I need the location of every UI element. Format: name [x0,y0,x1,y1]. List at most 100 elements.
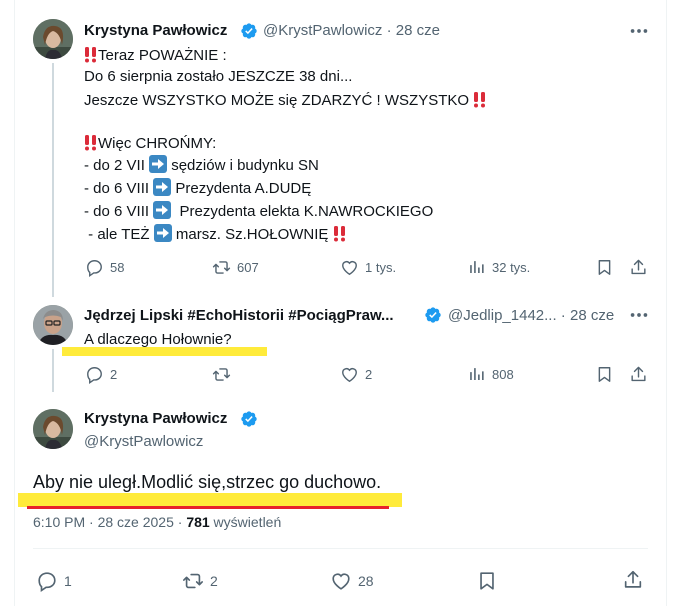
double-exclamation-icon [333,225,347,248]
avatar[interactable] [33,305,73,345]
thread-line [52,63,54,297]
reply-button[interactable]: 2 [85,365,117,384]
tweet-text-part: Prezydenta elekta K.NAWROCKIEGO [171,203,434,220]
tweet-text-part: marsz. Sz.HOŁOWNIĘ [171,226,333,243]
like-button[interactable]: 1 tys. [340,258,396,277]
repost-count: 607 [237,260,259,275]
tweet-line: Teraz POWAŻNIE : [84,46,227,69]
repost-icon [183,573,203,589]
tweet-line: Więc CHROŃMY: [84,134,216,157]
timestamp[interactable]: 28 cze [396,22,440,39]
share-icon [631,366,646,382]
views-icon [470,368,484,381]
tweet-text: Aby nie uległ.Modlić się,strzec go ducho… [33,472,382,492]
reply-icon [38,572,56,592]
views-count: 808 [492,367,514,382]
tweet-text: A dlaczego Hołownie? [84,331,232,348]
bookmark-icon [480,572,494,590]
bookmark-icon [598,367,611,382]
share-button[interactable] [629,365,648,384]
author-name[interactable]: Jędrzej Lipski #EchoHistorii #PociągPraw… [84,307,394,324]
tweet-line: Jeszcze WSZYSTKO MOŻE się ZDARZYĆ ! WSZY… [84,91,487,114]
like-count: 2 [365,367,373,382]
like-icon [332,573,350,590]
tweet-text-part: - do 6 VIII [84,203,154,220]
views-count: 32 tys. [492,260,531,275]
repost-button[interactable] [212,365,231,384]
timestamp[interactable]: 6:10 PM · 28 cze 2025 · [33,514,186,530]
handle[interactable]: @Jedlip_1442... [448,307,557,324]
views-label: wyświetleń [209,514,282,530]
reply-icon [87,260,102,277]
more-icon[interactable] [628,306,650,324]
like-count: 28 [358,573,374,589]
bookmark-button[interactable] [476,570,498,592]
views-icon [470,261,484,274]
like-button[interactable]: 2 [340,365,372,384]
separator: · [382,22,396,39]
right-arrow-icon [149,155,168,179]
bookmark-button[interactable] [595,258,614,277]
views-button[interactable]: 808 [467,365,514,384]
avatar[interactable] [33,19,73,59]
more-icon[interactable] [628,22,650,40]
thread-line [52,349,54,392]
tweet-text-part: sędziów i budynku SN [167,157,319,174]
bookmark-icon [598,260,611,275]
author-handle: @Jedlip_1442... · 28 cze [448,307,614,324]
tweet-line: - do 6 VIII Prezydenta elekta K.NAWROCKI… [84,201,433,225]
right-arrow-icon [153,224,172,248]
divider [33,548,648,549]
highlight-mark [18,493,402,507]
reply-button[interactable]: 58 [85,258,124,277]
tweet-text-part: Więc CHROŃMY: [98,135,217,152]
tweet-text-part: Prezydenta A.DUDĘ [171,180,312,197]
right-arrow-icon [153,201,172,225]
views-button[interactable]: 32 tys. [467,258,530,277]
views-count: 781 [186,514,210,530]
share-icon [631,259,646,275]
repost-button[interactable]: 607 [212,258,259,277]
bookmark-button[interactable] [595,365,614,384]
double-exclamation-icon [84,46,98,69]
tweet-line: - do 6 VIII Prezydenta A.DUDĘ [84,178,311,202]
tweet-text-part: - do 2 VII [84,157,150,174]
timestamp[interactable]: 28 cze [570,307,614,324]
tweet-text-part: - ale TEŻ [84,226,154,243]
tweet-meta: 6:10 PM · 28 cze 2025 · 781 wyświetleń [33,514,281,530]
handle[interactable]: @KrystPawlowicz [84,433,203,450]
reply-button[interactable]: 1 [36,570,72,592]
tweet-line: - ale TEŻ marsz. Sz.HOŁOWNIĘ [84,224,347,248]
avatar[interactable] [33,409,73,449]
double-exclamation-icon [473,91,487,114]
reply-icon [87,367,102,384]
repost-count: 2 [210,573,218,589]
repost-button[interactable]: 2 [182,570,218,592]
tweet-text-part: Jeszcze WSZYSTKO MOŻE się ZDARZYĆ ! WSZY… [84,92,474,109]
author-name[interactable]: Krystyna Pawłowicz [84,410,227,427]
author-name[interactable]: Krystyna Pawłowicz [84,22,227,39]
tweet-line: - do 2 VII sędziów i budynku SN [84,155,319,179]
underline-mark [27,506,389,509]
share-button[interactable] [622,569,644,591]
like-icon [342,368,357,383]
tweet-text-part: - do 6 VIII [84,180,154,197]
share-icon [624,570,642,588]
separator: · [556,307,570,324]
reply-count: 2 [110,367,118,382]
repost-icon [212,261,231,274]
like-icon [342,261,357,276]
like-button[interactable]: 28 [330,570,374,592]
tweet-text-part: Teraz POWAŻNIE : [98,47,227,64]
repost-icon [212,368,231,381]
reply-count: 58 [110,260,125,275]
right-arrow-icon [153,178,172,202]
reply-count: 1 [64,573,72,589]
like-count: 1 tys. [365,260,397,275]
verified-badge-icon [241,23,257,39]
share-button[interactable] [629,258,648,277]
author-handle: @KrystPawlowicz · 28 cze [263,22,440,39]
handle[interactable]: @KrystPawlowicz [263,22,382,39]
verified-badge-icon [425,307,441,323]
tweet-line: Do 6 sierpnia zostało JESZCZE 38 dni... [84,68,353,85]
